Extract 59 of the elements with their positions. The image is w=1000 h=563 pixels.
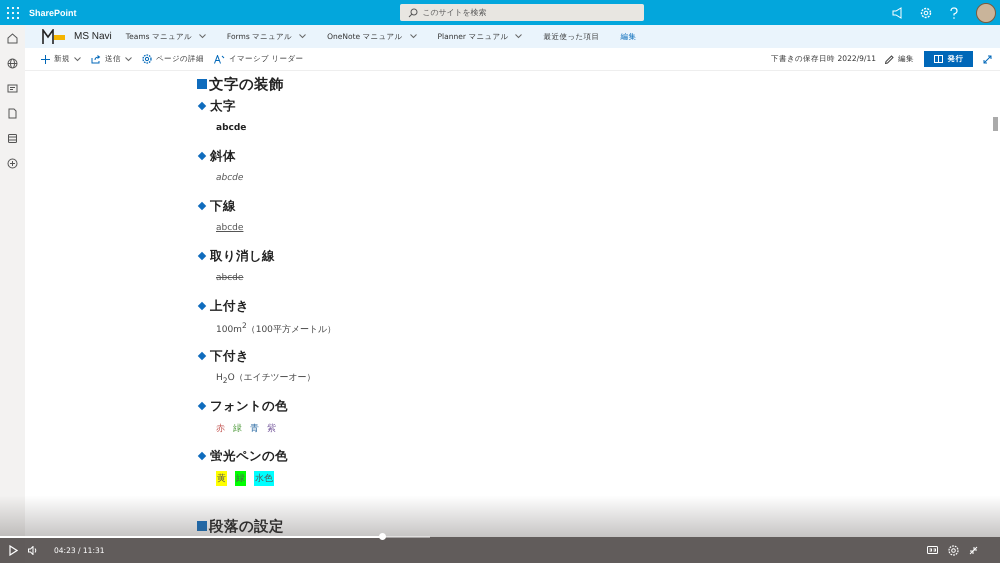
colored-text: 青 — [250, 422, 259, 434]
subsection-heading: 斜体 — [210, 148, 236, 164]
settings-icon[interactable] — [920, 6, 932, 18]
sample-text: abcde — [216, 173, 244, 183]
avatar[interactable] — [976, 2, 996, 22]
expand-icon[interactable] — [983, 54, 992, 64]
colored-text: 紫 — [267, 422, 276, 434]
highlighted-text: 黄 — [216, 470, 227, 486]
globe-icon[interactable] — [7, 58, 18, 69]
document-icon[interactable] — [7, 108, 18, 119]
collapse-icon[interactable] — [969, 546, 978, 554]
subsection-heading: 蛍光ペンの色 — [210, 448, 288, 464]
home-icon[interactable] — [7, 33, 18, 44]
sample-text: abcde — [216, 273, 244, 283]
book-icon — [934, 55, 942, 63]
chevron-icon — [410, 34, 417, 39]
settings-icon[interactable] — [948, 544, 959, 556]
chevron-icon — [125, 56, 132, 62]
share-icon — [91, 54, 101, 64]
play-icon[interactable] — [9, 544, 18, 556]
subsection-heading: 太字 — [210, 98, 236, 114]
chevron-icon — [198, 34, 206, 39]
colored-text: 緑 — [233, 422, 242, 434]
sample-text: H$_{2}$O（エイチツーオー） — [216, 372, 316, 385]
subsection-heading: 下付き — [210, 348, 249, 364]
plus-icon — [41, 54, 50, 64]
help-icon[interactable] — [949, 6, 959, 18]
colored-text: 赤 — [216, 422, 225, 434]
chevron-icon — [74, 56, 81, 62]
reader-icon — [214, 54, 225, 64]
seek-handle[interactable] — [378, 533, 386, 540]
gear-icon — [142, 54, 152, 64]
megaphone-icon[interactable] — [891, 6, 903, 18]
volume-icon[interactable] — [28, 546, 38, 554]
chevron-icon — [299, 34, 306, 39]
search-field[interactable]: このサイトを検索 — [400, 4, 644, 21]
sample-text: abcde — [216, 123, 246, 133]
pencil-icon — [885, 54, 894, 64]
section-title: 文字の装飾 — [209, 75, 284, 94]
highlighted-text: 緑 — [235, 470, 246, 486]
subsection-heading: 下線 — [210, 198, 236, 214]
section-title: 段落の設定 — [209, 518, 284, 536]
site-logo-icon[interactable] — [42, 28, 66, 44]
sample-text: 100m$^{2}$（100平方メートル） — [216, 320, 336, 336]
captions-icon[interactable] — [927, 546, 938, 554]
scrollbar-thumb[interactable] — [993, 117, 998, 131]
subsection-heading: 上付き — [210, 298, 249, 314]
square-icon — [197, 79, 207, 89]
app-launcher-icon[interactable] — [7, 6, 19, 18]
highlighted-text: 水色 — [254, 470, 274, 486]
subsection-heading: フォントの色 — [210, 398, 288, 414]
sample-text: abcde — [216, 223, 244, 233]
news-icon[interactable] — [7, 83, 18, 94]
subsection-heading: 取り消し線 — [210, 248, 275, 264]
database-icon[interactable] — [7, 133, 18, 144]
site-name[interactable]: MS Navi — [74, 31, 112, 42]
chevron-icon — [515, 34, 522, 39]
square-icon — [197, 521, 207, 531]
add-icon[interactable] — [7, 158, 18, 169]
